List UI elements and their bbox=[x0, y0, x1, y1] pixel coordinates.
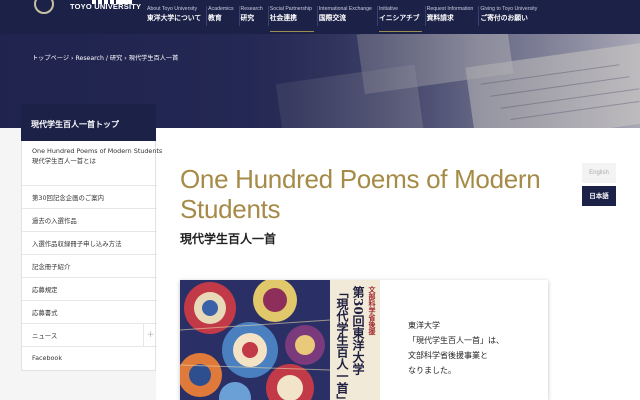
sidebar-item-label: ニュース bbox=[32, 332, 58, 340]
expand-plus-icon[interactable]: + bbox=[143, 324, 157, 347]
nav-request-information[interactable]: Request Information 資料請求 bbox=[426, 0, 480, 34]
card-line: 文部科学省後援事業と bbox=[408, 351, 488, 360]
page-title-jp: 現代学生百人一首 bbox=[180, 232, 277, 246]
nav-about[interactable]: About Toyo University 東洋大学について bbox=[146, 0, 208, 34]
nav-academics[interactable]: Academics 教育 bbox=[207, 0, 240, 34]
global-header: TOYO UNIVERSITY About Toyo University 東洋… bbox=[0, 0, 640, 34]
language-english-button[interactable]: English bbox=[582, 163, 616, 183]
sidebar-menu: One Hundred Poems of Modern Students 現代学… bbox=[21, 141, 162, 371]
card-line: なりました。 bbox=[408, 366, 456, 375]
nav-research-jp: 研究 bbox=[240, 14, 255, 22]
poster-pattern bbox=[180, 280, 331, 400]
breadcrumb-home[interactable]: トップページ bbox=[32, 55, 69, 62]
sidebar-item-facebook[interactable]: Facebook bbox=[22, 346, 157, 370]
sidebar-item-about[interactable]: One Hundred Poems of Modern Students 現代学… bbox=[22, 141, 162, 168]
sidebar-item-form[interactable]: 応募書式 bbox=[22, 300, 157, 323]
sidebar-title: 現代学生百人一首トップ bbox=[31, 120, 119, 129]
nav-initiative-en: Initiative bbox=[378, 6, 398, 12]
sidebar-item-commemorative-booklet[interactable]: 記念冊子紹介 bbox=[22, 254, 157, 277]
sidebar-item-label-en: One Hundred Poems of Modern Students bbox=[32, 147, 163, 155]
nav-giving[interactable]: Giving to Toyo University ご寄付のお願い bbox=[479, 0, 541, 34]
sidebar-item-booklet-order[interactable]: 入選作品収録冊子申し込み方法 bbox=[22, 231, 157, 254]
main-content: One Hundred Poems of Modern Students 現代学… bbox=[156, 128, 640, 400]
nav-social-partnership-jp: 社会連携 bbox=[269, 14, 297, 22]
nav-international-exchange[interactable]: International Exchange 国際交流 bbox=[318, 0, 379, 34]
sidebar-item-news[interactable]: ニュース + bbox=[22, 323, 157, 347]
breadcrumb: トップページ › Research / 研究 › 現代学生百人一首 bbox=[32, 53, 178, 62]
sidebar-item-label: 第30回記念企画のご案内 bbox=[32, 194, 105, 202]
sidebar-item-label: 過去の入選作品 bbox=[32, 217, 77, 225]
page: TOYO UNIVERSITY About Toyo University 東洋… bbox=[0, 0, 640, 400]
page-title-en: One Hundred Poems of Modern Students bbox=[180, 164, 541, 224]
sidebar-item-past-works[interactable]: 過去の入選作品 bbox=[22, 208, 157, 231]
nav-initiative[interactable]: Initiative イニシアチブ bbox=[378, 0, 426, 34]
nav-about-en: About Toyo University bbox=[147, 6, 198, 12]
breadcrumb-separator-icon: › bbox=[71, 55, 74, 62]
toyo-logo[interactable]: TOYO UNIVERSITY bbox=[30, 0, 142, 34]
breadcrumb-current: 現代学生百人一首 bbox=[128, 55, 179, 62]
breadcrumb-separator-icon: › bbox=[124, 55, 127, 62]
contest-poster-image: 文部科学省後援 第30回東洋大学 「現代学生百人一首」 bbox=[180, 280, 380, 400]
nav-social-partnership-en: Social Partnership bbox=[269, 6, 312, 12]
nav-giving-en: Giving to Toyo University bbox=[480, 6, 538, 12]
nav-academics-jp: 教育 bbox=[208, 14, 222, 22]
sidebar-item-label: Facebook bbox=[32, 354, 63, 362]
nav-request-jp: 資料請求 bbox=[426, 14, 454, 22]
sidebar-item-label: 現代学生百人一首とは bbox=[32, 157, 96, 165]
nav-research-en: Research bbox=[240, 6, 263, 12]
nav-academics-en: Academics bbox=[208, 6, 234, 12]
sidebar-item-label: 記念冊子紹介 bbox=[32, 263, 71, 271]
nav-about-jp: 東洋大学について bbox=[147, 14, 202, 22]
poster-sponsor-text: 文部科学省後援 bbox=[368, 286, 377, 335]
card-line: 「現代学生百人一首」は、 bbox=[408, 336, 504, 345]
sidebar-item-label: 応募規定 bbox=[32, 286, 58, 294]
poster-title-text: 「現代学生百人一首」 bbox=[335, 286, 349, 400]
sidebar-item-label: 応募書式 bbox=[32, 309, 58, 317]
logo-text: TOYO UNIVERSITY bbox=[70, 2, 142, 11]
sidebar-header[interactable]: 現代学生百人一首トップ bbox=[21, 104, 156, 141]
sidebar-item-label: 入選作品収録冊子申し込み方法 bbox=[32, 240, 122, 248]
nav-social-partnership[interactable]: Social Partnership 社会連携 bbox=[269, 0, 318, 34]
poster-title-strip: 文部科学省後援 第30回東洋大学 「現代学生百人一首」 bbox=[330, 280, 380, 400]
university-seal-icon bbox=[34, 0, 54, 14]
feature-card-text: 東洋大学 「現代学生百人一首」は、 文部科学省後援事業と なりました。 bbox=[408, 318, 538, 378]
nav-initiative-jp: イニシアチブ bbox=[378, 14, 420, 22]
poster-edition-text: 第30回東洋大学 bbox=[351, 286, 365, 375]
active-nav-underline bbox=[269, 31, 314, 32]
sidebar-item-30th-anniversary[interactable]: 第30回記念企画のご案内 bbox=[22, 185, 157, 208]
nav-giving-jp: ご寄付のお願い bbox=[480, 14, 528, 22]
nav-international-en: International Exchange bbox=[318, 6, 372, 12]
breadcrumb-research[interactable]: Research / 研究 bbox=[76, 55, 123, 62]
sidebar-item-rules[interactable]: 応募規定 bbox=[22, 277, 157, 300]
nav-research[interactable]: Research 研究 bbox=[240, 0, 269, 34]
card-line: 東洋大学 bbox=[408, 321, 440, 330]
language-japanese-button[interactable]: 日本語 bbox=[582, 186, 616, 206]
active-nav-underline bbox=[378, 31, 422, 32]
nav-international-jp: 国際交流 bbox=[318, 14, 347, 22]
feature-card: 文部科学省後援 第30回東洋大学 「現代学生百人一首」 東洋大学 「現代学生百人… bbox=[180, 280, 548, 400]
nav-request-en: Request Information bbox=[426, 6, 474, 12]
global-nav: About Toyo University 東洋大学について Academics… bbox=[146, 0, 543, 34]
